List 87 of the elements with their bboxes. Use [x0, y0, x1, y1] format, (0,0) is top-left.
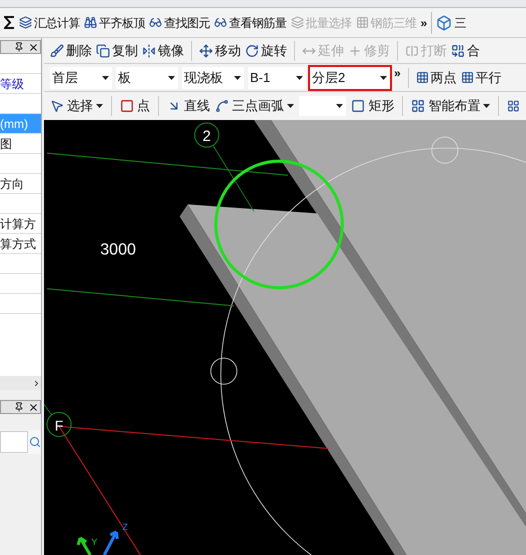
toolbar-button[interactable]: 复制	[96, 40, 138, 60]
axis-line	[44, 404, 52, 416]
cube-icon	[436, 14, 452, 30]
brush-icon	[50, 44, 64, 58]
caret-icon	[336, 104, 344, 108]
grid-icon	[411, 99, 426, 113]
property-label: 等级	[0, 76, 24, 92]
caret-icon	[286, 104, 294, 108]
toolbar-button[interactable]: 查找图元	[149, 14, 210, 32]
caret-icon	[483, 104, 490, 108]
axis-bubble	[46, 412, 72, 437]
property-label: 方向	[0, 176, 24, 192]
pin-icon[interactable]	[14, 42, 24, 52]
glasses-icon	[214, 16, 227, 29]
toolbar-button[interactable]: 平齐板顶	[84, 14, 145, 32]
sum-icon[interactable]	[4, 16, 15, 29]
layers-icon	[19, 16, 32, 29]
dropdown-button[interactable]: 智能布置	[411, 96, 490, 116]
property-label: 计算方	[0, 216, 36, 232]
overflow-button[interactable]: »	[394, 64, 401, 82]
axis-gizmo	[76, 530, 119, 555]
axis-label: Y	[91, 536, 98, 547]
axis-label: 2	[202, 128, 211, 146]
caret-icon	[234, 76, 241, 80]
toolbar-button[interactable]: 删除	[50, 40, 92, 60]
rectangle-icon	[351, 99, 366, 113]
tool-button[interactable]: 矩形	[351, 96, 394, 116]
rotate-icon	[245, 44, 259, 58]
grid-icon	[460, 71, 474, 84]
scroll-bar[interactable]	[0, 376, 41, 390]
toolbar-button[interactable]: 查看钢筋量	[214, 14, 286, 32]
dimension-label: 3000	[100, 240, 136, 259]
caret-icon	[168, 76, 175, 80]
arc-icon	[214, 99, 229, 113]
grid-icon[interactable]	[507, 99, 520, 113]
copy-icon	[96, 44, 110, 58]
dropdown-button[interactable]: 三点画弧	[214, 96, 294, 116]
cad-canvas[interactable]: 2 F 3000 Y Z	[44, 120, 526, 555]
dropdown-button[interactable]: 选择	[50, 96, 103, 116]
caret-icon	[102, 76, 109, 80]
axis-label: F	[54, 417, 64, 434]
toolbar-button[interactable]: 镜像	[142, 40, 184, 60]
combo-box[interactable]	[298, 96, 346, 116]
pin-icon[interactable]	[14, 402, 24, 412]
close-icon[interactable]	[28, 42, 39, 52]
move-icon	[199, 44, 213, 58]
overflow-button[interactable]: »	[420, 14, 427, 32]
view-tab[interactable]: 三	[436, 14, 466, 32]
toolbar-button[interactable]: 汇总计算	[19, 14, 80, 32]
grid-icon	[356, 16, 368, 29]
pointer-icon	[50, 99, 64, 113]
toolbar-button[interactable]: 移动	[199, 40, 241, 60]
merge-icon	[451, 44, 465, 58]
search-field[interactable]	[0, 431, 28, 453]
point-marker	[431, 136, 458, 164]
layer-combo[interactable]: 首层	[50, 66, 112, 88]
layer-combo[interactable]: 板	[116, 66, 178, 88]
grid-icon	[416, 71, 429, 84]
caret-icon	[96, 104, 103, 108]
plus-icon	[348, 44, 362, 58]
binoculars-icon	[84, 16, 97, 29]
layer-combo[interactable]: 现浇板	[182, 66, 244, 88]
property-label: 图	[0, 136, 12, 152]
property-label: (mm)	[0, 116, 28, 132]
caret-icon	[296, 76, 303, 80]
layer-combo[interactable]: B-1	[248, 66, 306, 88]
layers-icon	[290, 16, 304, 29]
property-label: 算方式	[0, 236, 36, 252]
mirror-icon	[142, 44, 156, 58]
caret-icon	[380, 76, 387, 80]
tool-button[interactable]: 点	[120, 96, 150, 116]
axis-line	[212, 144, 254, 212]
axis-label: Z	[122, 522, 128, 532]
point-icon	[120, 99, 134, 113]
layer-combo[interactable]: 分层2	[310, 66, 390, 88]
split-icon	[405, 44, 419, 58]
glasses-icon	[149, 16, 162, 29]
point-marker	[210, 358, 238, 385]
close-icon[interactable]	[28, 402, 39, 412]
scroll-right-icon[interactable]	[32, 378, 41, 388]
toolbar-button[interactable]: 旋转	[245, 40, 287, 60]
toolbar-button[interactable]: 合	[451, 40, 480, 60]
tool-button[interactable]: 平行	[460, 68, 502, 88]
tool-button[interactable]: 直线	[166, 96, 210, 116]
tool-button[interactable]: 两点	[416, 68, 457, 88]
search-icon[interactable]	[29, 436, 41, 448]
axis-bubble	[194, 122, 220, 148]
